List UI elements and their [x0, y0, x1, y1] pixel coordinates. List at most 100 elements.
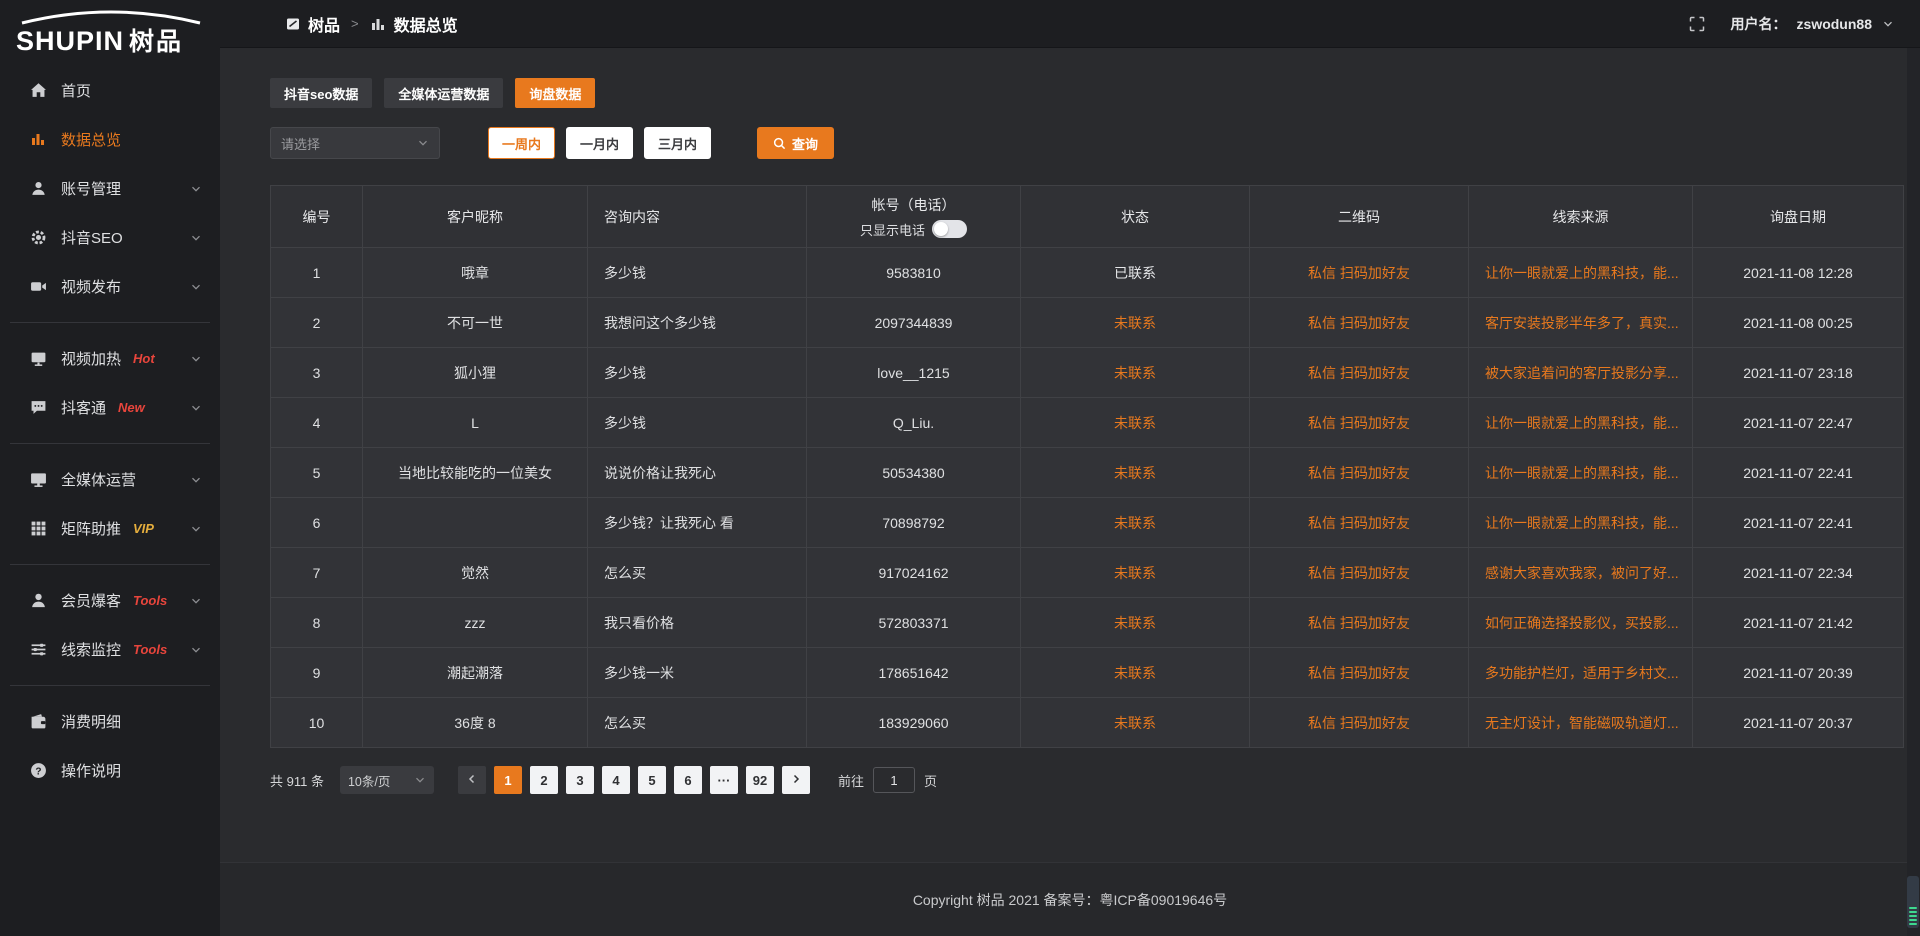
qr-add-friend-link[interactable]: 私信 扫码加好友 [1308, 365, 1410, 381]
sidebar-item-douketong[interactable]: 抖客通 New [0, 383, 220, 432]
cell-nickname: 不可一世 [363, 298, 588, 348]
goto-page: 前往 页 [838, 767, 937, 793]
chevron-down-icon [414, 774, 426, 786]
lead-source-link[interactable]: 多功能护栏灯，适用于乡村文... [1485, 663, 1679, 683]
inquiry-table: 编号 客户昵称 咨询内容 帐号（电话） 只显示电话 状态 二维码 线索来源 询盘… [270, 185, 1904, 748]
sidebar-item-label: 矩阵助推 [61, 518, 121, 539]
cell-account: 2097344839 [807, 298, 1021, 348]
cell-index: 8 [271, 598, 363, 648]
tab-media-operation-data[interactable]: 全媒体运营数据 [384, 78, 503, 108]
lead-source-link[interactable]: 让你一眼就爱上的黑科技，能... [1485, 263, 1679, 283]
cell-content: 多少钱一米 [588, 648, 807, 698]
sidebar-item-consumption-detail[interactable]: 消费明细 [0, 697, 220, 746]
sidebar-item-badge: New [118, 400, 145, 415]
cell-date: 2021-11-07 22:41 [1693, 448, 1904, 498]
next-page-button[interactable] [782, 766, 810, 794]
sidebar-item-home[interactable]: 首页 [0, 66, 220, 115]
sidebar-item-douyin-seo[interactable]: 抖音SEO [0, 213, 220, 262]
sidebar-item-label: 账号管理 [61, 178, 121, 199]
lead-source-link[interactable]: 无主灯设计，智能磁吸轨道灯... [1485, 713, 1679, 733]
recorder-widget[interactable] [1907, 876, 1919, 928]
cell-nickname: 36度 8 [363, 698, 588, 748]
sidebar-item-label: 抖音SEO [61, 227, 123, 248]
qr-add-friend-link[interactable]: 私信 扫码加好友 [1308, 665, 1410, 681]
breadcrumb-current: 数据总览 [394, 12, 458, 36]
scrollbar-track[interactable] [1907, 48, 1920, 936]
goto-unit: 页 [924, 771, 937, 790]
filter-select[interactable]: 请选择 [270, 127, 440, 159]
chevron-down-icon[interactable] [1882, 18, 1894, 30]
phone-only-toggle[interactable] [932, 220, 967, 238]
col-header-account: 帐号（电话） 只显示电话 [807, 186, 1021, 248]
range-button-quarter[interactable]: 三月内 [644, 127, 711, 159]
sidebar-item-label: 抖客通 [61, 397, 106, 418]
chevron-down-icon [190, 183, 202, 195]
sidebar-item-video-heat[interactable]: 视频加热 Hot [0, 334, 220, 383]
lead-source-link[interactable]: 让你一眼就爱上的黑科技，能... [1485, 463, 1679, 483]
page-1[interactable]: 1 [494, 766, 522, 794]
chevron-down-icon [190, 353, 202, 365]
qr-add-friend-link[interactable]: 私信 扫码加好友 [1308, 465, 1410, 481]
cell-index: 5 [271, 448, 363, 498]
page-5[interactable]: 5 [638, 766, 666, 794]
prev-page-button[interactable] [458, 766, 486, 794]
sidebar-item-lead-monitor[interactable]: 线索监控 Tools [0, 625, 220, 674]
toggle-knob [934, 222, 948, 236]
qr-add-friend-link[interactable]: 私信 扫码加好友 [1308, 315, 1410, 331]
sidebar-item-media-operation[interactable]: 全媒体运营 [0, 455, 220, 504]
status-badge: 未联系 [1114, 565, 1156, 581]
cell-nickname: zzz [363, 598, 588, 648]
sidebar-item-badge: Hot [133, 351, 155, 366]
chevron-down-icon [190, 281, 202, 293]
cell-account: 572803371 [807, 598, 1021, 648]
sidebar-item-member-baoke[interactable]: 会员爆客 Tools [0, 576, 220, 625]
sidebar-item-label: 首页 [61, 80, 91, 101]
username-value[interactable]: zswodun88 [1797, 16, 1872, 32]
qr-add-friend-link[interactable]: 私信 扫码加好友 [1308, 715, 1410, 731]
sidebar-item-account-management[interactable]: 账号管理 [0, 164, 220, 213]
qr-add-friend-link[interactable]: 私信 扫码加好友 [1308, 615, 1410, 631]
qr-add-friend-link[interactable]: 私信 扫码加好友 [1308, 265, 1410, 281]
qr-add-friend-link[interactable]: 私信 扫码加好友 [1308, 515, 1410, 531]
sidebar-item-video-publish[interactable]: 视频发布 [0, 262, 220, 311]
page-3[interactable]: 3 [566, 766, 594, 794]
cell-date: 2021-11-07 21:42 [1693, 598, 1904, 648]
cell-content: 多少钱 [588, 398, 807, 448]
fullscreen-icon[interactable] [1689, 16, 1705, 32]
tab-douyin-seo-data[interactable]: 抖音seo数据 [270, 78, 372, 108]
sidebar-item-instructions[interactable]: ? 操作说明 [0, 746, 220, 795]
table-row: 2 不可一世 我想问这个多少钱 2097344839 未联系 私信 扫码加好友 … [271, 298, 1904, 348]
copyright-text: Copyright 树品 2021 备案号：粤ICP备09019646号 [913, 890, 1227, 910]
sidebar-item-data-overview[interactable]: 数据总览 [0, 115, 220, 164]
chevron-left-icon [466, 773, 478, 788]
lead-source-link[interactable]: 让你一眼就爱上的黑科技，能... [1485, 413, 1679, 433]
goto-page-input[interactable] [873, 767, 915, 793]
query-button[interactable]: 查询 [757, 127, 834, 159]
lead-source-link[interactable]: 被大家追着问的客厅投影分享... [1485, 363, 1679, 383]
page-2[interactable]: 2 [530, 766, 558, 794]
logo[interactable]: SHUPIN 树品 [0, 0, 220, 62]
lead-source-link[interactable]: 感谢大家喜欢我家，被问了好... [1485, 563, 1679, 583]
lead-source-link[interactable]: 如何正确选择投影仪，买投影... [1485, 613, 1679, 633]
phone-only-label: 只显示电话 [860, 220, 925, 239]
lead-source-link[interactable]: 客厅安装投影半年多了，真实... [1485, 313, 1679, 333]
qr-add-friend-link[interactable]: 私信 扫码加好友 [1308, 415, 1410, 431]
range-button-week[interactable]: 一周内 [488, 127, 555, 159]
page-6[interactable]: 6 [674, 766, 702, 794]
qr-add-friend-link[interactable]: 私信 扫码加好友 [1308, 565, 1410, 581]
range-button-month[interactable]: 一月内 [566, 127, 633, 159]
cell-index: 2 [271, 298, 363, 348]
cell-account: love__1215 [807, 348, 1021, 398]
cell-date: 2021-11-08 00:25 [1693, 298, 1904, 348]
page-size-select[interactable]: 10条/页 [340, 766, 434, 794]
chevron-down-icon [190, 232, 202, 244]
page-92[interactable]: 92 [746, 766, 774, 794]
page-4[interactable]: 4 [602, 766, 630, 794]
breadcrumb-root[interactable]: 树品 [308, 12, 340, 36]
sidebar-item-matrix-boost[interactable]: 矩阵助推 VIP [0, 504, 220, 553]
question-circle-icon: ? [30, 762, 47, 779]
page-ellipsis[interactable]: ··· [710, 766, 738, 794]
sidebar-item-label: 数据总览 [61, 129, 121, 150]
lead-source-link[interactable]: 让你一眼就爱上的黑科技，能... [1485, 513, 1679, 533]
tab-inquiry-data[interactable]: 询盘数据 [515, 78, 595, 108]
